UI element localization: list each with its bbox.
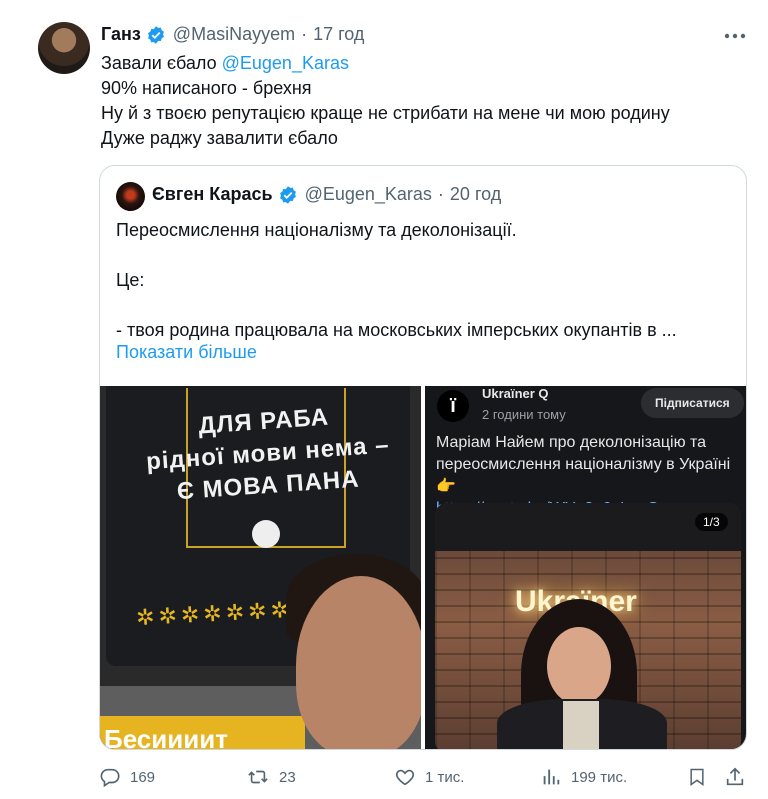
views-icon (543, 769, 560, 785)
quote-header: Євген Карась @Eugen_Karas · 20 год (152, 184, 501, 205)
tweet-header: Ганз @MasiNayyem · 17 год (101, 24, 364, 45)
person-shirt (563, 701, 599, 749)
post-time: 2 години тому (482, 407, 566, 422)
bookmark-icon (690, 768, 704, 786)
quote-image-left[interactable]: ДЛЯ РАБА рідної мови нема – Є МОВА ПАНА … (100, 386, 421, 750)
banner-text: Бесиииит (104, 724, 228, 750)
share-icon (726, 767, 744, 786)
author-avatar[interactable] (38, 22, 90, 74)
quote-image-right[interactable]: ї Ukraїner Q 2 години тому Підписатися М… (425, 386, 746, 749)
retweet-icon (248, 770, 268, 784)
tweet-line-1-text: Завали єбало (101, 53, 222, 73)
person-face (296, 576, 421, 749)
verified-badge-icon (278, 185, 298, 205)
action-bar: 169 23 1 тис. 199 тис. (99, 766, 749, 790)
bookmark-button[interactable] (687, 766, 716, 788)
quote-text: Переосмислення націоналізму та деколоніз… (116, 218, 736, 343)
author-name[interactable]: Ганз (101, 24, 141, 45)
like-icon (395, 769, 415, 786)
verified-badge-icon (146, 25, 166, 45)
views-count: 199 тис. (571, 768, 628, 786)
tweet-text: Завали єбало @Eugen_Karas 90% написаного… (101, 51, 670, 151)
quoted-tweet[interactable]: Євген Карась @Eugen_Karas · 20 год Перео… (99, 165, 747, 750)
share-button[interactable] (724, 766, 755, 788)
tweet-line-1: Завали єбало @Eugen_Karas (101, 51, 670, 76)
post-line-2: переосмислення націоналізму в Україні (436, 456, 731, 473)
person-face (547, 627, 611, 705)
quote-paragraph-3: - твоя родина працювала на московських і… (116, 320, 677, 340)
pointing-hand-icon: 👉 (436, 478, 456, 495)
emblem-icon (252, 520, 280, 548)
post-line-1: Маріам Найем про деколонізацію та (436, 434, 707, 451)
retweet-button[interactable]: 23 (246, 766, 296, 788)
subscribe-button: Підписатися (641, 388, 744, 418)
reply-icon (100, 768, 120, 788)
ukrainer-logo-icon: ї (437, 390, 469, 422)
quote-author-name[interactable]: Євген Карась (152, 184, 273, 205)
quote-paragraph-1: Переосмислення націоналізму та деколоніз… (116, 220, 517, 240)
quote-paragraph-2: Це: (116, 270, 145, 290)
separator-dot: · (437, 184, 444, 204)
views-button[interactable]: 199 тис. (540, 766, 627, 788)
reply-button[interactable]: 169 (99, 766, 155, 788)
like-button[interactable]: 1 тис. (394, 766, 464, 788)
post-photo: Ukraїner 1/3 (435, 503, 741, 749)
author-handle[interactable]: @MasiNayyem (173, 24, 295, 45)
more-icon[interactable] (722, 24, 748, 48)
tweet-line-4: Дуже раджу завалити єбало (101, 128, 338, 148)
tweet[interactable]: Ганз @MasiNayyem · 17 год Завали єбало @… (0, 0, 768, 799)
quote-author-avatar[interactable] (116, 182, 145, 211)
post-source: Ukraїner Q (482, 386, 549, 401)
reply-count: 169 (130, 768, 156, 786)
mention-link[interactable]: @Eugen_Karas (222, 53, 349, 73)
quote-time[interactable]: 20 год (450, 184, 501, 205)
quote-author-handle[interactable]: @Eugen_Karas (305, 184, 432, 205)
tweet-time[interactable]: 17 год (313, 24, 364, 45)
poster-text: ДЛЯ РАБА рідної мови нема – Є МОВА ПАНА (143, 398, 390, 511)
like-count: 1 тис. (425, 768, 465, 786)
tweet-line-2: 90% написаного - брехня (101, 78, 312, 98)
separator-dot: · (301, 24, 308, 44)
photo-counter: 1/3 (695, 513, 728, 531)
tweet-line-3: Ну й з твоєю репутацією краще не стрибат… (101, 103, 670, 123)
retweet-count: 23 (279, 768, 296, 786)
ornament: ✲✲✲✲✲✲✲ (135, 596, 294, 631)
show-more-link[interactable]: Показати більше (116, 342, 257, 363)
